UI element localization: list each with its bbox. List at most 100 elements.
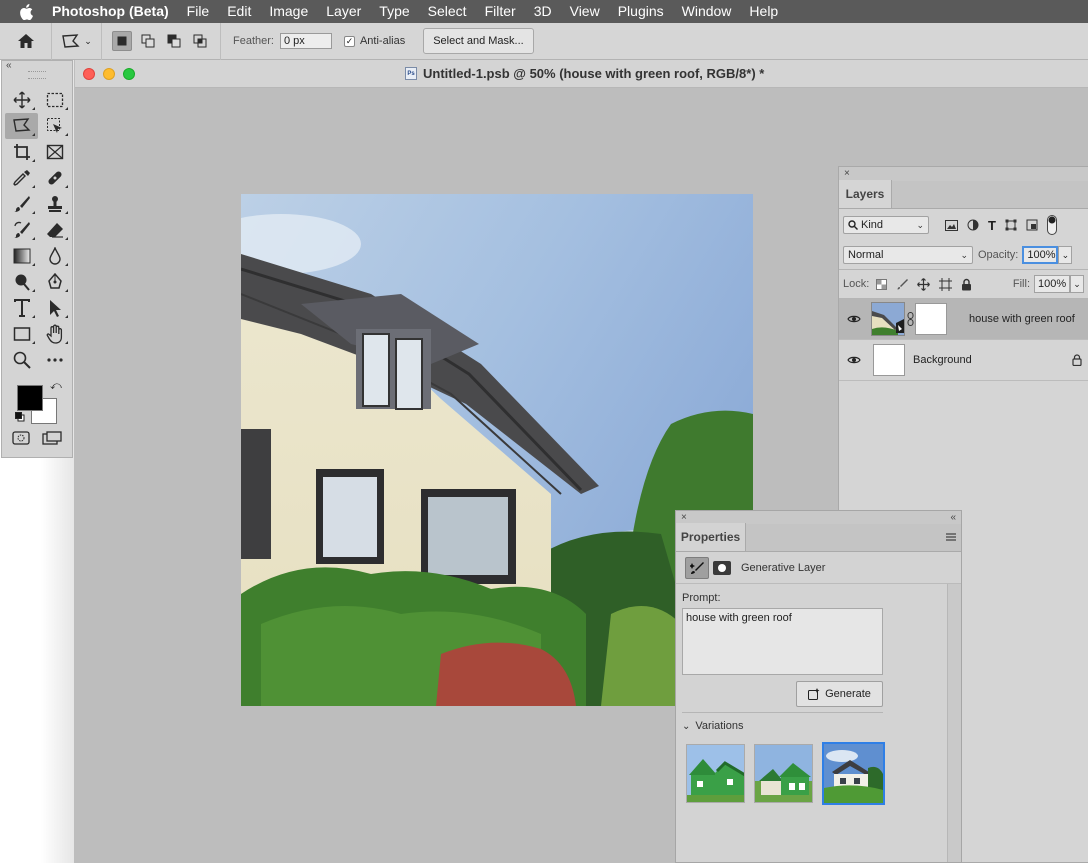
pen-tool[interactable]: [38, 269, 71, 295]
zoom-window-button[interactable]: [123, 68, 135, 80]
gradient-tool[interactable]: [5, 243, 38, 269]
move-icon: [13, 91, 30, 109]
more-tools-button[interactable]: [38, 347, 71, 373]
lock-position-icon[interactable]: [917, 277, 931, 291]
variation-thumbnail[interactable]: [686, 744, 745, 803]
move-tool[interactable]: [5, 87, 38, 113]
brush-tool[interactable]: [5, 191, 38, 217]
home-icon: [17, 34, 34, 48]
mask-icon[interactable]: [713, 560, 731, 575]
home-button[interactable]: [0, 22, 52, 60]
zoom-tool[interactable]: [5, 347, 38, 373]
panel-menu-icon[interactable]: [941, 523, 961, 551]
select-and-mask-button[interactable]: Select and Mask...: [423, 28, 534, 54]
marquee-tool[interactable]: [38, 87, 71, 113]
layer-name[interactable]: Background: [913, 354, 972, 366]
antialias-checkbox[interactable]: ✓: [343, 35, 355, 47]
layer-row[interactable]: house with green roof: [839, 299, 1088, 340]
menu-3d[interactable]: 3D: [525, 0, 561, 23]
variations-header[interactable]: ⌄ Variations: [682, 720, 744, 732]
toolbar-collapse-button[interactable]: «: [2, 61, 72, 71]
menu-filter[interactable]: Filter: [476, 0, 525, 23]
new-selection-button[interactable]: [112, 31, 132, 51]
blend-mode-select[interactable]: Normal ⌄: [843, 246, 973, 264]
hand-tool[interactable]: [38, 321, 71, 347]
blend-mode-value: Normal: [848, 249, 884, 261]
healing-brush-tool[interactable]: [38, 165, 71, 191]
layer-kind-filter[interactable]: Kind ⌄: [843, 216, 929, 234]
layers-panel-close-button[interactable]: ×: [839, 167, 1088, 181]
default-colors-icon[interactable]: [15, 412, 25, 422]
minimize-window-button[interactable]: [103, 68, 115, 80]
eyedropper-tool[interactable]: [5, 165, 38, 191]
generate-button[interactable]: Generate: [796, 681, 883, 707]
variation-thumbnail-selected[interactable]: [822, 742, 885, 805]
menu-image[interactable]: Image: [260, 0, 317, 23]
layer-name[interactable]: house with green roof: [969, 313, 1075, 325]
lock-transparent-pixels-icon[interactable]: [876, 278, 888, 290]
visibility-eye-icon[interactable]: [839, 355, 869, 365]
menu-file[interactable]: File: [178, 0, 219, 23]
lasso-tool[interactable]: [5, 113, 38, 139]
blur-tool[interactable]: [38, 243, 71, 269]
layer-mask-thumbnail[interactable]: [915, 303, 947, 335]
pixel-layer-filter-icon[interactable]: [945, 219, 958, 231]
pen-icon: [47, 273, 62, 289]
close-window-button[interactable]: [83, 68, 95, 80]
object-selection-tool[interactable]: [38, 113, 71, 139]
menu-type[interactable]: Type: [370, 0, 418, 23]
opacity-label: Opacity:: [978, 249, 1019, 261]
shape-layer-filter-icon[interactable]: [1005, 219, 1017, 231]
quick-mask-icon[interactable]: [12, 431, 30, 445]
visibility-eye-icon[interactable]: [839, 314, 869, 324]
screen-mode-icon[interactable]: [42, 431, 62, 445]
opacity-dropdown-button[interactable]: ⌄: [1058, 246, 1073, 264]
opacity-input[interactable]: 100%: [1022, 246, 1059, 264]
crop-tool[interactable]: [5, 139, 38, 165]
fill-label: Fill:: [1012, 278, 1030, 290]
type-tool[interactable]: [5, 295, 38, 321]
menu-plugins[interactable]: Plugins: [609, 0, 673, 23]
fill-dropdown-button[interactable]: ⌄: [1070, 275, 1084, 293]
tool-preset-picker[interactable]: ⌄: [52, 22, 102, 60]
dodge-tool[interactable]: [5, 269, 38, 295]
swap-colors-icon[interactable]: ⤺: [50, 380, 62, 393]
chevron-down-icon: ⌄: [1061, 249, 1070, 260]
fill-input[interactable]: 100%: [1034, 275, 1070, 293]
menu-layer[interactable]: Layer: [317, 0, 370, 23]
apple-menu-icon[interactable]: [0, 3, 52, 20]
adjustment-layer-filter-icon[interactable]: [967, 219, 979, 231]
smart-object-filter-icon[interactable]: [1026, 219, 1038, 231]
filter-toggle-icon[interactable]: [1046, 215, 1057, 235]
new-selection-icon: [117, 36, 127, 46]
intersect-selection-button[interactable]: [190, 31, 210, 51]
add-selection-button[interactable]: [138, 31, 158, 51]
menu-select[interactable]: Select: [419, 0, 476, 23]
history-brush-tool[interactable]: [5, 217, 38, 243]
toolbar-grip[interactable]: [28, 71, 46, 79]
frame-tool[interactable]: [38, 139, 71, 165]
chain-link-icon[interactable]: [905, 312, 915, 326]
menu-help[interactable]: Help: [740, 0, 787, 23]
variation-thumbnail[interactable]: [754, 744, 813, 803]
lock-artboard-icon[interactable]: [939, 277, 953, 291]
prompt-textarea[interactable]: house with green roof: [682, 608, 883, 675]
tab-layers[interactable]: Layers: [839, 180, 892, 208]
lock-image-pixels-icon[interactable]: [896, 278, 909, 290]
menu-view[interactable]: View: [561, 0, 609, 23]
foreground-color-swatch[interactable]: [17, 385, 43, 411]
properties-scrollbar[interactable]: [947, 584, 961, 862]
lock-all-icon[interactable]: [961, 278, 972, 291]
type-layer-filter-icon[interactable]: T: [988, 218, 996, 233]
menu-app-name[interactable]: Photoshop (Beta): [52, 0, 178, 23]
tab-properties[interactable]: Properties: [676, 523, 746, 551]
menu-window[interactable]: Window: [673, 0, 741, 23]
menu-edit[interactable]: Edit: [218, 0, 260, 23]
path-selection-tool[interactable]: [38, 295, 71, 321]
layer-row[interactable]: Background: [839, 340, 1088, 381]
feather-input[interactable]: 0 px: [279, 33, 332, 49]
eraser-tool[interactable]: [38, 217, 71, 243]
subtract-selection-button[interactable]: [164, 31, 184, 51]
clone-stamp-tool[interactable]: [38, 191, 71, 217]
rectangle-tool[interactable]: [5, 321, 38, 347]
